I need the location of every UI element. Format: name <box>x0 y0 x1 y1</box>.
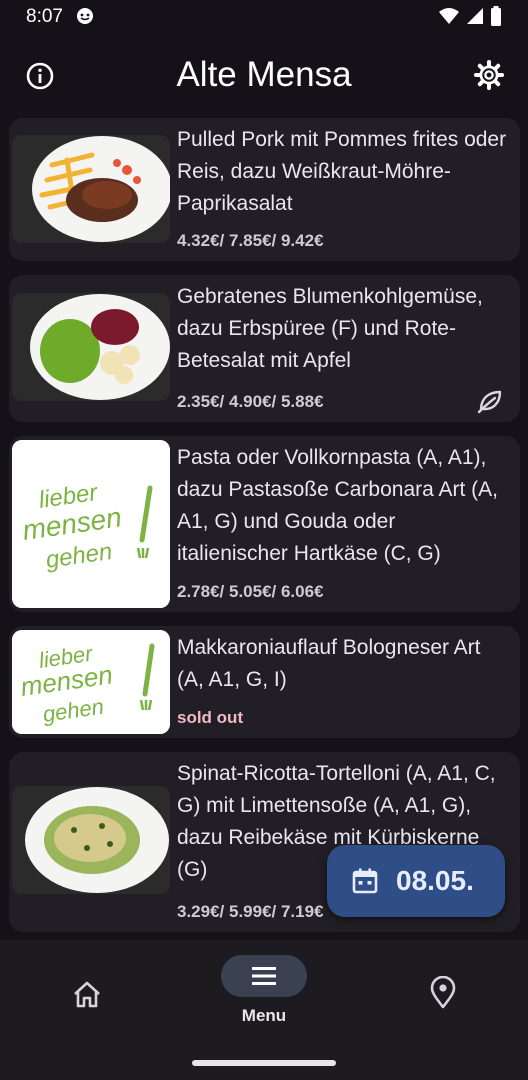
menu-icon <box>252 967 276 985</box>
calendar-icon <box>352 868 378 894</box>
location-pin-icon[interactable] <box>426 976 460 1010</box>
sold-out-label: sold out <box>177 708 244 727</box>
meal-name: Makkaroniauflauf Bologneser Art (A, A1, … <box>177 636 481 691</box>
meal-card[interactable]: lieber mensen gehen Makkaroniauflauf Bol… <box>9 626 520 738</box>
placeholder-logo: lieber mensen gehen <box>12 440 170 608</box>
date-picker-button[interactable]: 08.05. <box>327 845 505 917</box>
meal-photo <box>12 135 170 243</box>
status-bar: 8:07 <box>0 0 528 34</box>
meal-price: 3.29€/ 5.99€/ 7.19€ <box>177 902 324 921</box>
meal-price: 4.32€/ 7.85€/ 9.42€ <box>177 231 324 250</box>
page-title: Alte Mensa <box>176 55 352 94</box>
meal-photo <box>12 786 170 894</box>
meal-price: 2.35€/ 4.90€/ 5.88€ <box>177 392 324 411</box>
top-app-bar: Alte Mensa <box>0 40 528 110</box>
meal-name: Pulled Pork mit Pommes frites oder Reis,… <box>177 128 507 215</box>
meal-name: Pasta oder Vollkornpasta (A, A1), dazu P… <box>177 446 498 565</box>
meal-name: Gebratenes Blumenkohlgemüse, dazu Erbspü… <box>177 285 483 372</box>
meal-card[interactable]: Gebratenes Blumenkohlgemüse, dazu Erbspü… <box>9 275 520 422</box>
gear-icon[interactable] <box>473 59 505 91</box>
cell-signal-icon <box>467 8 483 24</box>
battery-icon <box>491 6 501 26</box>
placeholder-logo: lieber mensen gehen <box>12 630 170 734</box>
vegan-leaf-icon <box>477 390 502 414</box>
wifi-icon <box>439 8 459 24</box>
meal-price: 2.78€/ 5.05€/ 6.06€ <box>177 582 324 601</box>
meal-photo <box>12 293 170 401</box>
nav-menu-button[interactable] <box>221 955 307 997</box>
selected-date: 08.05. <box>396 865 474 896</box>
meal-card[interactable]: Pulled Pork mit Pommes frites oder Reis,… <box>9 118 520 261</box>
app-notification-icon <box>77 8 93 24</box>
status-time: 8:07 <box>26 6 63 27</box>
bottom-navigation: Menu <box>0 940 528 1080</box>
gesture-handle <box>192 1060 336 1066</box>
meal-card[interactable]: lieber mensen gehen Pasta oder Vollkornp… <box>9 436 520 612</box>
